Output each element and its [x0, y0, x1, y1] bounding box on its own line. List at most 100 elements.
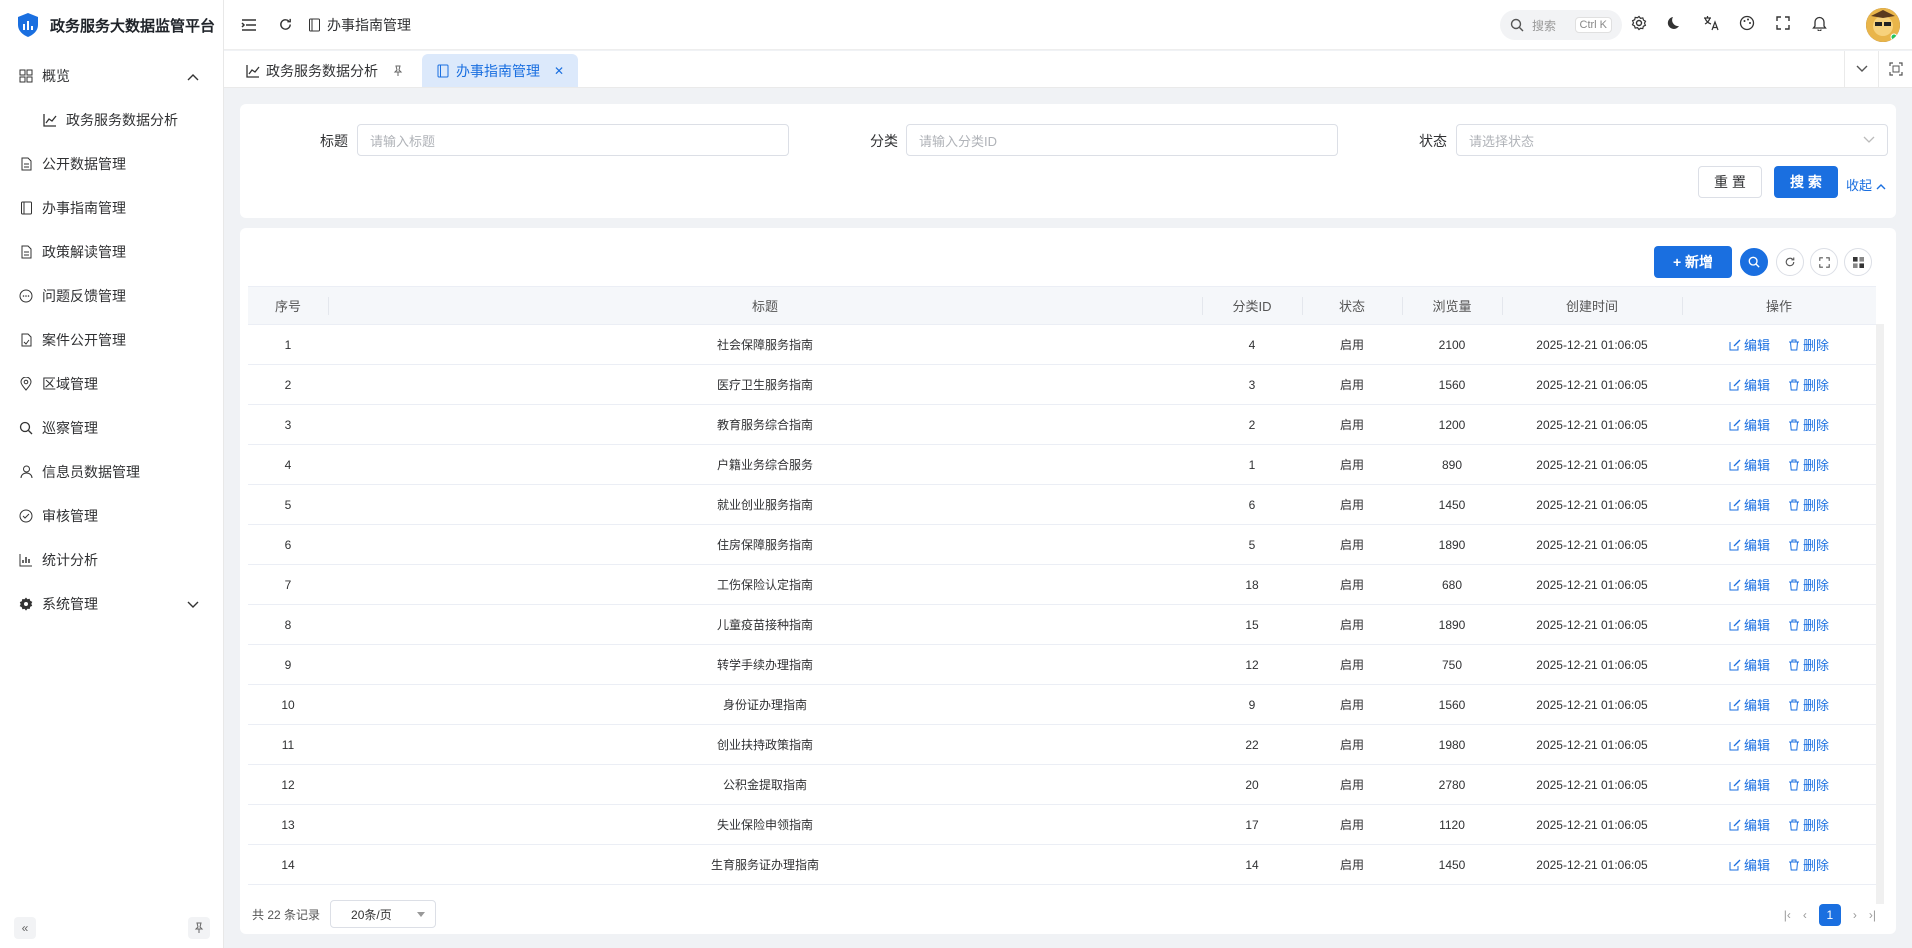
edit-button[interactable]: 编辑	[1729, 575, 1770, 594]
tab-guide-management[interactable]: 办事指南管理 ✕	[422, 54, 579, 87]
delete-label: 删除	[1803, 458, 1830, 473]
cell-no: 13	[248, 804, 328, 845]
table-row[interactable]: 14 生育服务证办理指南 14 启用 1450 2025-12-21 01:06:05 编辑…	[248, 844, 1876, 885]
trash-icon	[1788, 659, 1800, 671]
screenshot-icon[interactable]	[1878, 51, 1912, 87]
sidebar-item[interactable]: 政策解读管理	[0, 230, 223, 274]
page-size-select[interactable]: 20条/页	[330, 900, 437, 928]
fullscreen-icon[interactable]	[1810, 248, 1838, 276]
delete-button[interactable]: 删除	[1788, 615, 1829, 634]
delete-button[interactable]: 删除	[1788, 815, 1829, 834]
edit-button[interactable]: 编辑	[1729, 775, 1770, 794]
table-row[interactable]: 7 工伤保险认定指南 18 启用 680 2025-12-21 01:06:05 编辑 删除	[248, 564, 1876, 605]
first-page-icon[interactable]: |‹	[1784, 908, 1791, 922]
edit-button[interactable]: 编辑	[1729, 535, 1770, 554]
table-row[interactable]: 2 医疗卫生服务指南 3 启用 1560 2025-12-21 01:06:05 编辑 删除	[248, 364, 1876, 405]
pin-icon[interactable]	[392, 65, 404, 77]
settings-icon[interactable]	[1630, 14, 1648, 32]
edit-button[interactable]: 编辑	[1729, 495, 1770, 514]
cell-views: 2100	[1402, 324, 1502, 365]
edit-button[interactable]: 编辑	[1729, 815, 1770, 834]
chevron-up-icon[interactable]	[187, 68, 201, 82]
delete-button[interactable]: 删除	[1788, 735, 1829, 754]
sidebar-item[interactable]: 信息员数据管理	[0, 450, 223, 494]
chevron-down-icon[interactable]	[187, 596, 201, 610]
table-row[interactable]: 6 住房保障服务指南 5 启用 1890 2025-12-21 01:06:05 编辑 删除	[248, 524, 1876, 565]
delete-button[interactable]: 删除	[1788, 335, 1829, 354]
table-row[interactable]: 10 身份证办理指南 9 启用 1560 2025-12-21 01:06:05 编辑 删除	[248, 684, 1876, 725]
sidebar-item[interactable]: 办事指南管理	[0, 186, 223, 230]
tab-data-analysis[interactable]: 政务服务数据分析	[232, 54, 418, 87]
refresh-icon[interactable]	[1776, 248, 1804, 276]
menu-toggle-icon[interactable]	[240, 16, 258, 34]
current-page[interactable]: 1	[1818, 904, 1841, 926]
sidebar-item[interactable]: 系统管理	[0, 582, 223, 626]
table-row[interactable]: 4 户籍业务综合服务 1 启用 890 2025-12-21 01:06:05 编辑 删除	[248, 444, 1876, 485]
delete-button[interactable]: 删除	[1788, 495, 1829, 514]
theme-icon[interactable]	[1738, 14, 1756, 32]
table-row[interactable]: 1 社会保障服务指南 4 启用 2100 2025-12-21 01:06:05 编辑 删除	[248, 324, 1876, 365]
next-page-icon[interactable]: ›	[1853, 908, 1857, 922]
table-row[interactable]: 13 失业保险申领指南 17 启用 1120 2025-12-21 01:06:05 编辑 删…	[248, 804, 1876, 845]
sidebar-item[interactable]: 案件公开管理	[0, 318, 223, 362]
sidebar-item[interactable]: 公开数据管理	[0, 142, 223, 186]
edit-button[interactable]: 编辑	[1729, 415, 1770, 434]
column-settings-icon[interactable]	[1844, 248, 1872, 276]
add-button[interactable]: + 新增	[1654, 246, 1732, 278]
edit-button[interactable]: 编辑	[1729, 375, 1770, 394]
edit-button[interactable]: 编辑	[1729, 695, 1770, 714]
delete-button[interactable]: 删除	[1788, 655, 1829, 674]
sidebar-item[interactable]: 政务服务数据分析	[0, 98, 223, 142]
cell-created: 2025-12-21 01:06:05	[1502, 804, 1682, 845]
global-search[interactable]: 搜索 Ctrl K	[1500, 10, 1622, 40]
delete-button[interactable]: 删除	[1788, 855, 1829, 874]
delete-button[interactable]: 删除	[1788, 535, 1829, 554]
fullscreen-icon[interactable]	[1774, 14, 1792, 32]
user-avatar[interactable]	[1866, 8, 1900, 42]
delete-button[interactable]: 删除	[1788, 695, 1829, 714]
edit-button[interactable]: 编辑	[1729, 335, 1770, 354]
delete-button[interactable]: 删除	[1788, 575, 1829, 594]
sidebar-item[interactable]: 统计分析	[0, 538, 223, 582]
breadcrumb-current[interactable]: 办事指南管理	[327, 15, 411, 35]
table-row[interactable]: 3 教育服务综合指南 2 启用 1200 2025-12-21 01:06:05 编辑 删除	[248, 404, 1876, 445]
status-select[interactable]: 请选择状态	[1456, 124, 1888, 156]
translate-icon[interactable]	[1702, 14, 1720, 32]
delete-button[interactable]: 删除	[1788, 455, 1829, 474]
dark-mode-icon[interactable]	[1666, 14, 1684, 32]
edit-button[interactable]: 编辑	[1729, 735, 1770, 754]
table-row[interactable]: 11 创业扶持政策指南 22 启用 1980 2025-12-21 01:06:05 编辑 删…	[248, 724, 1876, 765]
table-row[interactable]: 5 就业创业服务指南 6 启用 1450 2025-12-21 01:06:05 编辑 删除	[248, 484, 1876, 525]
table-scrollbar[interactable]	[1876, 324, 1884, 904]
table-row[interactable]: 8 儿童疫苗接种指南 15 启用 1890 2025-12-21 01:06:05 编辑 删除	[248, 604, 1876, 645]
title-input[interactable]: 请输入标题	[357, 124, 789, 156]
prev-page-icon[interactable]: ‹	[1803, 908, 1807, 922]
pin-icon[interactable]	[188, 917, 210, 939]
table-row[interactable]: 9 转学手续办理指南 12 启用 750 2025-12-21 01:06:05 编辑 删除	[248, 644, 1876, 685]
edit-button[interactable]: 编辑	[1729, 855, 1770, 874]
search-button[interactable]: 搜 索	[1774, 166, 1838, 198]
refresh-icon[interactable]	[276, 16, 294, 34]
category-input[interactable]: 请输入分类ID	[906, 124, 1338, 156]
last-page-icon[interactable]: ›|	[1869, 908, 1876, 922]
sidebar-item[interactable]: 区域管理	[0, 362, 223, 406]
reset-button[interactable]: 重 置	[1698, 166, 1762, 198]
edit-button[interactable]: 编辑	[1729, 615, 1770, 634]
delete-button[interactable]: 删除	[1788, 415, 1829, 434]
sidebar-item[interactable]: 问题反馈管理	[0, 274, 223, 318]
edit-button[interactable]: 编辑	[1729, 655, 1770, 674]
search-toggle-icon[interactable]	[1740, 248, 1768, 276]
sidebar-item[interactable]: 审核管理	[0, 494, 223, 538]
app-logo[interactable]: 政务服务大数据监管平台	[0, 0, 223, 50]
table-row[interactable]: 12 公积金提取指南 20 启用 2780 2025-12-21 01:06:05 编辑 删除	[248, 764, 1876, 805]
close-icon[interactable]: ✕	[554, 64, 564, 78]
bell-icon[interactable]	[1810, 14, 1828, 32]
edit-button[interactable]: 编辑	[1729, 455, 1770, 474]
sidebar-item[interactable]: 概览	[0, 54, 223, 98]
delete-button[interactable]: 删除	[1788, 375, 1829, 394]
collapse-sidebar-icon[interactable]: «	[14, 917, 36, 939]
chevron-down-icon[interactable]	[1844, 51, 1878, 87]
sidebar-item[interactable]: 巡察管理	[0, 406, 223, 450]
collapse-link[interactable]: 收起	[1846, 175, 1886, 194]
delete-button[interactable]: 删除	[1788, 775, 1829, 794]
